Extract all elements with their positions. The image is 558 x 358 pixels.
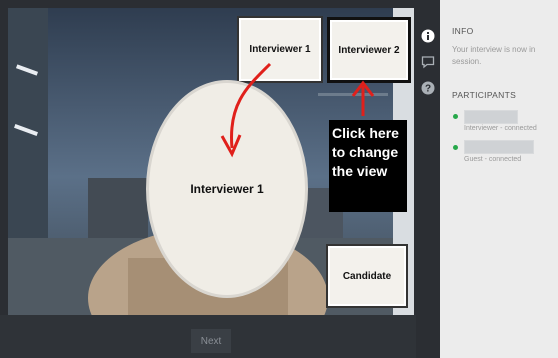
- info-text: Your interview is now in session.: [452, 45, 536, 66]
- next-button[interactable]: Next: [191, 329, 231, 353]
- candidate-thumbnail-label: Candidate: [342, 270, 392, 282]
- interviewer2-thumbnail[interactable]: Interviewer 2: [330, 20, 408, 80]
- help-icon[interactable]: ?: [420, 80, 436, 96]
- candidate-thumbnail[interactable]: Candidate: [328, 246, 406, 306]
- participants-heading: PARTICIPANTS: [452, 90, 517, 100]
- svg-text:?: ?: [425, 84, 431, 95]
- participant-name-redacted: [464, 140, 534, 154]
- chat-icon[interactable]: [420, 54, 436, 70]
- info-icon[interactable]: [420, 28, 436, 44]
- main-participant-view: Interviewer 1: [146, 80, 308, 298]
- annotation-line-2: to change: [332, 144, 399, 160]
- annotation-callout: Click here to change the view: [329, 120, 407, 212]
- participant-role: Interviewer - connected: [464, 125, 537, 132]
- status-dot: [453, 114, 458, 119]
- sidebar-icon-rail: ?: [416, 0, 440, 358]
- info-panel: INFO Your interview is now in session. P…: [440, 0, 558, 358]
- participant-role: Guest - connected: [464, 156, 522, 163]
- info-heading: INFO: [452, 26, 474, 36]
- status-dot: [453, 145, 458, 150]
- annotation-line-3: the view: [332, 163, 388, 179]
- interviewer1-thumbnail[interactable]: Interviewer 1: [239, 18, 321, 81]
- interviewer1-thumbnail-label: Interviewer 1: [249, 44, 311, 55]
- participant-name-redacted: [464, 110, 518, 124]
- left-strip: [0, 0, 8, 315]
- main-participant-label: Interviewer 1: [190, 182, 264, 196]
- interviewer2-thumbnail-label: Interviewer 2: [338, 44, 400, 56]
- annotation-line-1: Click here: [332, 125, 399, 141]
- video-stage: Interviewer 1 Interviewer 2 Interviewer …: [8, 8, 414, 315]
